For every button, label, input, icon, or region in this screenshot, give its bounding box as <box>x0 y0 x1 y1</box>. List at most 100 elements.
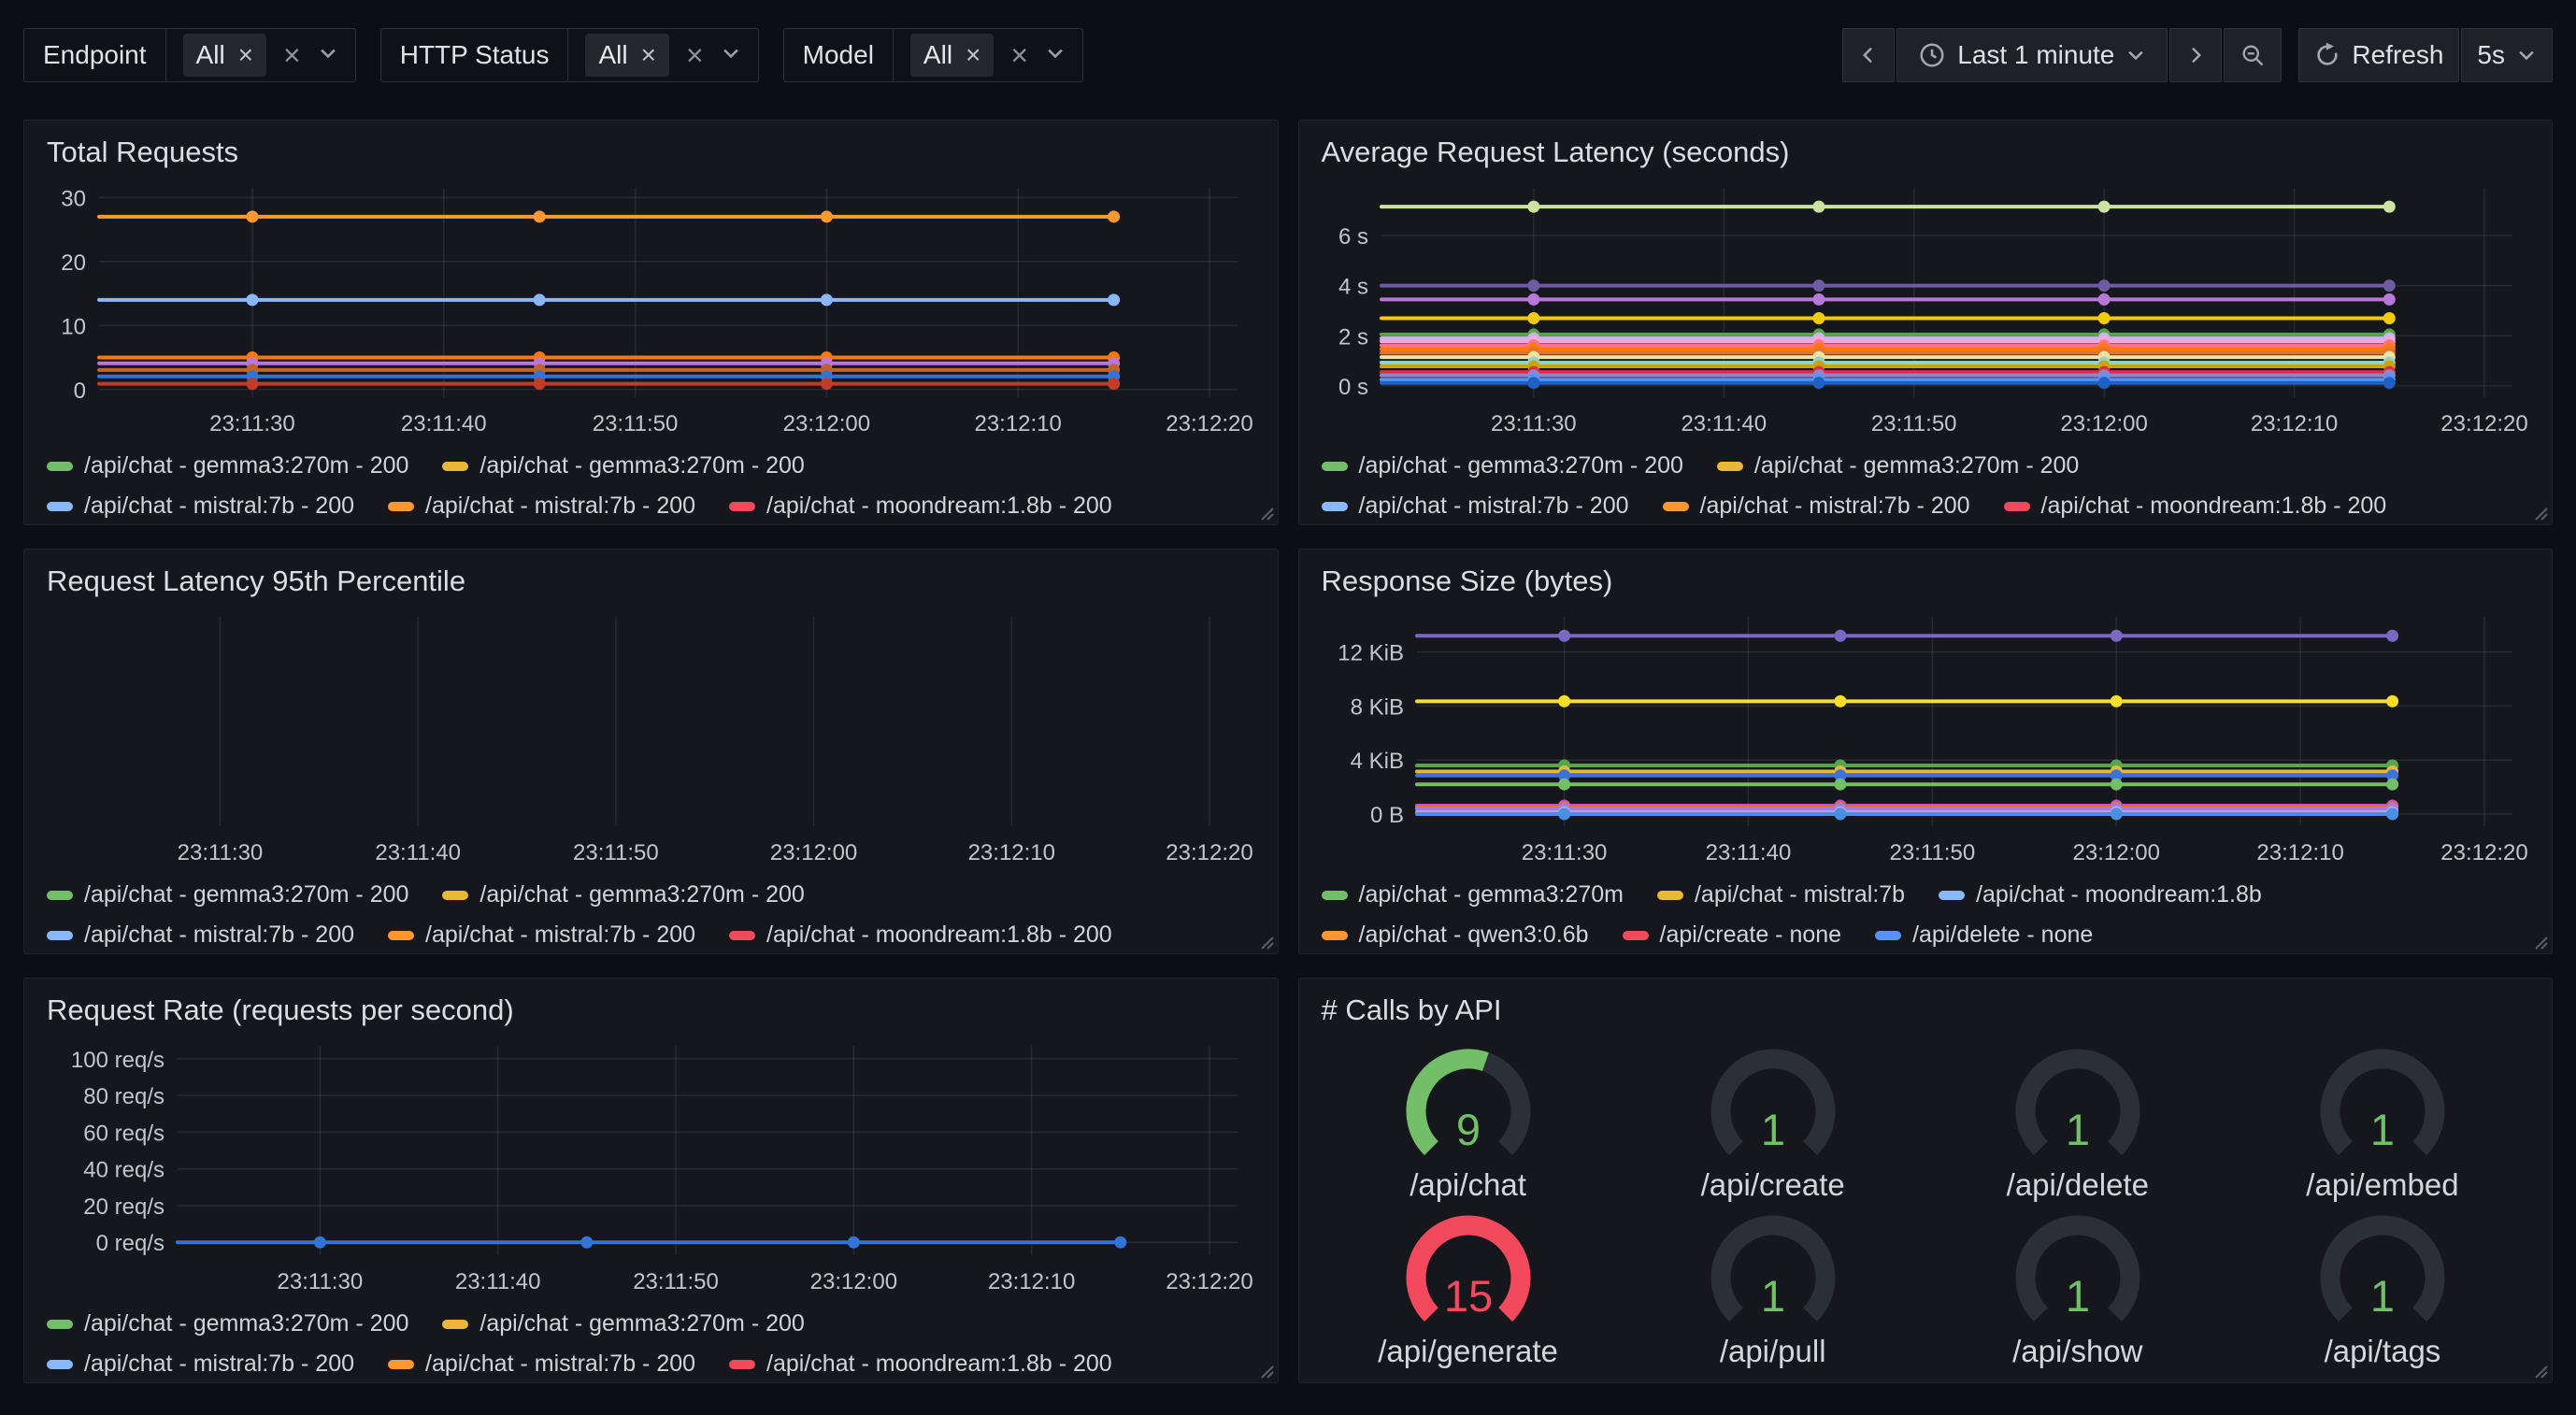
legend-item-label: /api/chat - gemma3:270m - 200 <box>479 452 804 479</box>
svg-text:60 req/s: 60 req/s <box>83 1121 165 1146</box>
remove-value-icon[interactable]: × <box>641 42 656 68</box>
legend-item[interactable]: /api/chat - gemma3:270m - 200 <box>47 1310 408 1337</box>
legend-item-label: /api/chat - gemma3:270m - 200 <box>479 881 804 908</box>
filter-label[interactable]: Model <box>784 29 894 81</box>
chevron-down-icon[interactable] <box>1045 43 1066 68</box>
panel-title[interactable]: # Calls by API <box>1316 992 2536 1035</box>
legend-item-label: /api/chat - moondream:1.8b <box>1976 881 2262 908</box>
legend-item-label: /api/chat - mistral:7b - 200 <box>1359 493 1629 520</box>
panel-title[interactable]: Average Request Latency (seconds) <box>1316 134 2536 177</box>
timeseries-chart[interactable]: 23:11:3023:11:4023:11:5023:12:0023:12:10… <box>41 606 1261 874</box>
svg-text:23:11:30: 23:11:30 <box>1521 840 1607 865</box>
timeseries-chart[interactable]: 010203023:11:3023:11:4023:11:5023:12:002… <box>41 177 1261 445</box>
legend-item-label: /api/chat - moondream:1.8b - 200 <box>766 922 1112 949</box>
chart-canvas[interactable]: 0 s2 s4 s6 s23:11:3023:11:4023:11:5023:1… <box>1316 177 2536 440</box>
legend-item-label: /api/chat - gemma3:270m - 200 <box>84 452 408 479</box>
legend-item[interactable]: /api/delete - none <box>1875 922 2093 949</box>
svg-text:23:11:50: 23:11:50 <box>573 840 659 865</box>
legend-item[interactable]: /api/chat - mistral:7b - 200 <box>1322 493 1629 520</box>
legend-item[interactable]: /api/chat - mistral:7b - 200 <box>1663 493 1970 520</box>
legend-item[interactable]: /api/chat - moondream:1.8b - 200 <box>729 1351 1112 1378</box>
legend-item[interactable]: /api/chat - moondream:1.8b - 200 <box>2004 493 2387 520</box>
legend-item[interactable]: /api/chat - gemma3:270m - 200 <box>442 452 804 479</box>
legend-item[interactable]: /api/chat - mistral:7b - 200 <box>47 493 354 520</box>
chart-canvas[interactable]: 0 req/s20 req/s40 req/s60 req/s80 req/s1… <box>41 1035 1261 1298</box>
legend-item-label: /api/chat - mistral:7b - 200 <box>425 493 695 520</box>
svg-text:23:12:10: 23:12:10 <box>988 1269 1075 1294</box>
remove-value-icon[interactable]: × <box>966 42 980 68</box>
svg-text:20 req/s: 20 req/s <box>83 1194 165 1220</box>
svg-text:23:12:20: 23:12:20 <box>2440 411 2527 436</box>
panel-resize-handle[interactable] <box>2529 1360 2548 1379</box>
time-shift-forward-button[interactable] <box>2169 28 2222 82</box>
timeseries-chart[interactable]: 0 B4 KiB8 KiB12 KiB23:11:3023:11:4023:11… <box>1316 606 2536 874</box>
clock-icon <box>1918 41 1946 69</box>
gauge-title: /api/embed <box>2306 1167 2458 1203</box>
panel-request-rate: Request Rate (requests per second) 0 req… <box>23 978 1279 1383</box>
panel-resize-handle[interactable] <box>2529 502 2548 521</box>
legend-item[interactable]: /api/chat - mistral:7b - 200 <box>47 1351 354 1378</box>
refresh-button[interactable]: Refresh <box>2298 28 2459 82</box>
series-color-swatch <box>388 502 414 511</box>
clear-filter-icon[interactable]: × <box>686 40 704 70</box>
series-color-swatch <box>1657 891 1683 900</box>
legend-item[interactable]: /api/chat - qwen3:0.6b <box>1322 922 1589 949</box>
chevron-down-icon[interactable] <box>721 43 741 68</box>
gauge-arc: 1 <box>1680 1210 1867 1334</box>
filter-label[interactable]: Endpoint <box>24 29 166 81</box>
timeseries-chart[interactable]: 0 req/s20 req/s40 req/s60 req/s80 req/s1… <box>41 1035 1261 1303</box>
zoom-out-button[interactable] <box>2224 28 2282 82</box>
selected-value-chip[interactable]: All× <box>585 34 668 77</box>
legend-item[interactable]: /api/chat - gemma3:270m - 200 <box>47 452 408 479</box>
refresh-group: Refresh 5s <box>2298 28 2553 82</box>
legend-item-label: /api/chat - moondream:1.8b - 200 <box>766 1351 1112 1378</box>
legend-item[interactable]: /api/chat - gemma3:270m - 200 <box>1717 452 2079 479</box>
legend-item[interactable]: /api/chat - mistral:7b - 200 <box>47 922 354 949</box>
legend-item[interactable]: /api/chat - moondream:1.8b - 200 <box>729 922 1112 949</box>
chevron-down-icon[interactable] <box>318 43 338 68</box>
chart-canvas[interactable]: 23:11:3023:11:4023:11:5023:12:0023:12:10… <box>41 606 1261 869</box>
filter-label[interactable]: HTTP Status <box>381 29 569 81</box>
selected-value-chip[interactable]: All× <box>910 34 994 77</box>
series-color-swatch <box>2004 502 2030 511</box>
timeseries-chart[interactable]: 0 s2 s4 s6 s23:11:3023:11:4023:11:5023:1… <box>1316 177 2536 445</box>
legend-item[interactable]: /api/chat - moondream:1.8b <box>1939 881 2262 908</box>
legend-item[interactable]: /api/chat - gemma3:270m - 200 <box>47 881 408 908</box>
legend-item[interactable]: /api/chat - gemma3:270m - 200 <box>1322 452 1683 479</box>
clear-filter-icon[interactable]: × <box>283 40 301 70</box>
legend-item[interactable]: /api/chat - mistral:7b - 200 <box>388 1351 695 1378</box>
filter-value-dropdown[interactable]: All×× <box>894 29 1082 81</box>
panel-title[interactable]: Response Size (bytes) <box>1316 563 2536 606</box>
legend-item[interactable]: /api/create - none <box>1623 922 1842 949</box>
gauge-arc: 9 <box>1375 1044 1562 1167</box>
series-color-swatch <box>442 1320 468 1329</box>
svg-text:23:11:40: 23:11:40 <box>455 1269 541 1294</box>
legend-item[interactable]: /api/chat - mistral:7b - 200 <box>388 493 695 520</box>
gauge-title: /api/pull <box>1720 1334 1826 1369</box>
refresh-label: Refresh <box>2352 40 2443 70</box>
time-range-picker[interactable]: Last 1 minute <box>1896 28 2168 82</box>
filter-value-dropdown[interactable]: All×× <box>166 29 355 81</box>
legend-item[interactable]: /api/chat - gemma3:270m - 200 <box>442 881 804 908</box>
legend-item[interactable]: /api/chat - gemma3:270m - 200 <box>442 1310 804 1337</box>
panel-resize-handle[interactable] <box>2529 931 2548 950</box>
panel-resize-handle[interactable] <box>1255 931 1274 950</box>
legend-item[interactable]: /api/chat - mistral:7b <box>1657 881 1905 908</box>
selected-value-chip[interactable]: All× <box>183 34 266 77</box>
remove-value-icon[interactable]: × <box>238 42 253 68</box>
panel-title[interactable]: Request Rate (requests per second) <box>41 992 1261 1035</box>
refresh-interval-picker[interactable]: 5s <box>2461 28 2553 82</box>
chart-canvas[interactable]: 0 B4 KiB8 KiB12 KiB23:11:3023:11:4023:11… <box>1316 606 2536 869</box>
svg-text:23:11:50: 23:11:50 <box>593 411 679 436</box>
legend-item[interactable]: /api/chat - gemma3:270m <box>1322 881 1624 908</box>
legend-item[interactable]: /api/chat - moondream:1.8b - 200 <box>729 493 1112 520</box>
chart-canvas[interactable]: 010203023:11:3023:11:4023:11:5023:12:002… <box>41 177 1261 440</box>
panel-resize-handle[interactable] <box>1255 1360 1274 1379</box>
filter-value-dropdown[interactable]: All×× <box>568 29 757 81</box>
panel-resize-handle[interactable] <box>1255 502 1274 521</box>
clear-filter-icon[interactable]: × <box>1010 40 1028 70</box>
time-shift-back-button[interactable] <box>1842 28 1895 82</box>
legend-item[interactable]: /api/chat - mistral:7b - 200 <box>388 922 695 949</box>
panel-title[interactable]: Total Requests <box>41 134 1261 177</box>
panel-title[interactable]: Request Latency 95th Percentile <box>41 563 1261 606</box>
